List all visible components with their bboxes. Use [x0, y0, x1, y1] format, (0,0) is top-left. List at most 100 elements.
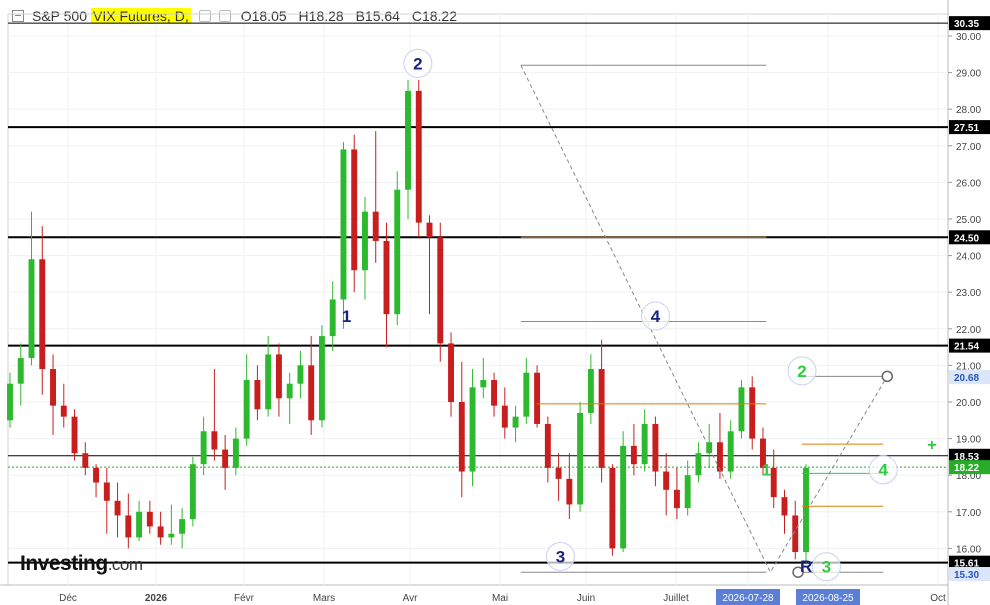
- y-tick-label: 28.00: [956, 105, 981, 116]
- wave-label: 2: [797, 362, 806, 381]
- wave-label: 4: [878, 461, 888, 480]
- level-label: 30.35: [954, 19, 979, 30]
- wave-label: R: [800, 557, 812, 576]
- x-tick-label: Juin: [577, 593, 595, 604]
- candle-body: [587, 369, 594, 413]
- candle-body: [770, 467, 777, 498]
- x-tick-label: 2026-08-25: [802, 593, 854, 604]
- price-chart[interactable]: 16.0017.0018.0019.0020.0021.0022.0023.00…: [0, 0, 990, 605]
- candle-body: [523, 372, 530, 417]
- y-tick-label: 20.00: [956, 398, 981, 409]
- y-tick-label: 24.00: [956, 252, 981, 263]
- x-tick-label: 2026: [145, 593, 168, 604]
- candle-body: [383, 240, 390, 315]
- y-tick-label: 16.00: [956, 544, 981, 555]
- wave-label: 1: [762, 461, 771, 480]
- x-tick-label: Mars: [313, 593, 335, 604]
- candle-body: [534, 372, 541, 424]
- candle-body: [609, 467, 616, 549]
- candle-body: [254, 380, 261, 410]
- candle-body: [60, 405, 67, 417]
- candle-body: [17, 358, 24, 384]
- candle-body: [415, 90, 422, 223]
- x-tick-label: Juillet: [663, 593, 689, 604]
- candle-body: [555, 467, 562, 479]
- candle-body: [716, 442, 723, 472]
- level-label: 24.50: [954, 233, 979, 244]
- candle-body: [351, 149, 358, 271]
- candle-body: [265, 354, 272, 410]
- candle-body: [544, 423, 551, 468]
- y-tick-label: 22.00: [956, 325, 981, 336]
- wave-label: 2: [413, 54, 422, 73]
- level-label: 27.51: [954, 123, 979, 134]
- annotation-point: [881, 370, 894, 383]
- candle-body: [630, 445, 637, 465]
- candle-body: [598, 369, 605, 468]
- candle-body: [82, 453, 89, 468]
- candle-body: [232, 438, 239, 468]
- candle-body: [114, 500, 121, 516]
- logo-brand: Investing: [20, 552, 108, 575]
- candle-body: [329, 299, 336, 337]
- candle-body: [437, 237, 444, 344]
- candle-body: [480, 380, 487, 388]
- candle-body: [136, 511, 143, 538]
- x-tick-label: Avr: [403, 593, 418, 604]
- candle-body: [469, 387, 476, 472]
- candle-body: [405, 90, 411, 190]
- x-tick-label: Mai: [492, 593, 508, 604]
- candle-body: [652, 423, 659, 472]
- x-tick-label: Oct: [930, 593, 946, 604]
- candle-body: [781, 497, 788, 516]
- candle-body: [318, 336, 325, 421]
- price-badge-label: 15.30: [954, 570, 979, 581]
- x-tick-label: Déc: [59, 593, 77, 604]
- candle-body: [695, 453, 702, 476]
- candle-body: [243, 380, 250, 439]
- candle-body: [394, 189, 401, 315]
- candle-body: [749, 387, 756, 439]
- candle-body: [7, 383, 13, 421]
- y-tick-label: 25.00: [956, 215, 981, 226]
- candle-body: [189, 464, 196, 520]
- candle-body: [308, 365, 315, 421]
- wave-dashed-path: [520, 65, 888, 574]
- x-tick-label: Févr: [234, 593, 255, 604]
- investing-logo: Investing.com: [20, 552, 143, 576]
- candle-body: [491, 380, 498, 406]
- price-badge-label: 20.68: [954, 373, 979, 384]
- candle-body: [146, 511, 153, 527]
- y-tick-label: 23.00: [956, 288, 981, 299]
- candle-body: [426, 222, 433, 238]
- wave-label: 1: [342, 307, 351, 326]
- candle-body: [684, 475, 691, 509]
- wave-label: +: [927, 437, 936, 454]
- candle-body: [372, 211, 379, 241]
- candle-body: [286, 383, 293, 399]
- candle-body: [39, 259, 46, 370]
- candle-body: [125, 515, 132, 538]
- candle-body: [727, 431, 734, 472]
- candle-body: [275, 354, 282, 399]
- y-tick-label: 26.00: [956, 178, 981, 189]
- candle-body: [663, 471, 670, 490]
- logo-domain: .com: [107, 555, 143, 574]
- candle-body: [179, 519, 186, 534]
- candle-body: [103, 482, 110, 501]
- candle-body: [28, 259, 35, 359]
- candle-body: [620, 445, 627, 549]
- candle-body: [566, 478, 573, 505]
- wave-label: 3: [822, 558, 831, 577]
- candle-body: [211, 431, 218, 450]
- y-tick-label: 27.00: [956, 142, 981, 153]
- candle-body: [738, 387, 745, 432]
- level-label: 21.54: [954, 342, 979, 353]
- candle-body: [362, 211, 368, 271]
- candle-body: [673, 489, 680, 509]
- candle-body: [71, 416, 78, 454]
- y-tick-label: 30.00: [956, 32, 981, 43]
- price-badge-label: 18.22: [954, 463, 979, 474]
- wave-label: 4: [651, 307, 661, 326]
- candle-body: [641, 423, 648, 465]
